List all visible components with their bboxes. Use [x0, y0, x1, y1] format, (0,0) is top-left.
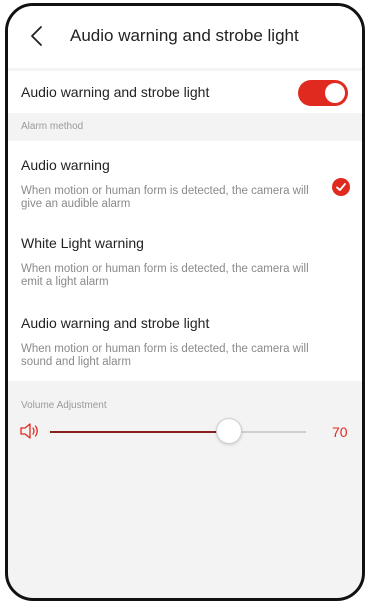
toggle-knob	[325, 83, 345, 103]
option-audio-and-strobe[interactable]: Audio warning and strobe light When moti…	[8, 301, 362, 381]
option-audio-warning[interactable]: Audio warning When motion or human form …	[8, 141, 362, 221]
speaker-icon	[20, 423, 38, 439]
volume-value: 70	[332, 424, 348, 440]
strobe-toggle-row: Audio warning and strobe light	[8, 71, 362, 113]
header-bar: Audio warning and strobe light	[8, 6, 362, 68]
option-white-light-warning[interactable]: White Light warning When motion or human…	[8, 221, 362, 301]
volume-slider-track[interactable]	[50, 431, 306, 433]
volume-slider-thumb[interactable]	[216, 418, 243, 444]
toggle-label: Audio warning and strobe light	[21, 84, 210, 100]
volume-adjustment: Volume Adjustment 70	[8, 394, 362, 464]
option-description: When motion or human form is detected, t…	[21, 185, 309, 210]
alarm-method-label: Alarm method	[21, 121, 84, 132]
phone-frame: Audio warning and strobe light Audio war…	[5, 3, 365, 601]
page-title: Audio warning and strobe light	[70, 26, 299, 45]
alarm-method-list: Audio warning When motion or human form …	[8, 141, 362, 381]
option-title: Audio warning and strobe light	[21, 315, 210, 331]
strobe-toggle-switch[interactable]	[298, 80, 348, 106]
option-title: Audio warning	[21, 157, 110, 173]
option-description: When motion or human form is detected, t…	[21, 263, 309, 288]
volume-slider-fill	[50, 431, 230, 433]
option-description: When motion or human form is detected, t…	[21, 343, 309, 368]
back-arrow-icon[interactable]	[26, 24, 48, 48]
volume-label: Volume Adjustment	[21, 400, 107, 411]
checkmark-icon	[332, 178, 350, 196]
option-title: White Light warning	[21, 235, 144, 251]
